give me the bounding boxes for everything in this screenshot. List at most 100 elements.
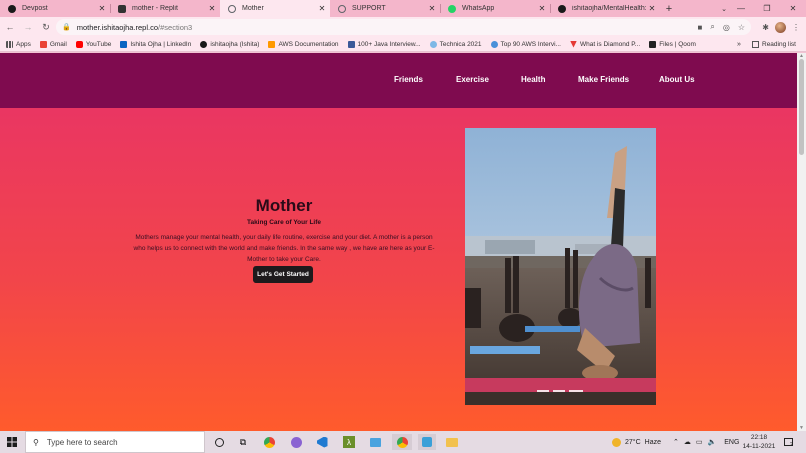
close-icon[interactable]: ✕	[316, 4, 328, 13]
hero-line: Mother to take your Care.	[247, 256, 321, 263]
bookmark-technica[interactable]: Technica 2021	[429, 40, 482, 48]
menu-icon[interactable]: ⋮	[792, 23, 800, 32]
tab-label: ishitaojha/MentalHealth: Pa	[572, 5, 646, 12]
clock-date: 14-11-2021	[742, 443, 776, 450]
get-started-button[interactable]: Let's Get Started	[253, 266, 313, 283]
profile-avatar[interactable]	[775, 21, 786, 33]
file-explorer-icon[interactable]	[367, 434, 383, 450]
bookmark-label: 100+ Java Interview...	[357, 40, 421, 48]
close-icon[interactable]: ✕	[206, 4, 218, 13]
globe-icon	[338, 4, 346, 13]
reading-list-button[interactable]: Reading list	[752, 37, 796, 52]
weather-widget[interactable]: 27°C Haze	[612, 431, 661, 453]
tab-label: SUPPORT	[352, 5, 386, 12]
reading-list-label: Reading list	[762, 41, 796, 48]
weather-temp: 27°C	[625, 438, 641, 446]
bookmark-diamond[interactable]: What is Diamond P...	[569, 40, 640, 48]
tab-support[interactable]: SUPPORT ✕	[330, 0, 440, 17]
reading-list-icon	[752, 41, 759, 48]
lambda-icon[interactable]: λ	[341, 434, 357, 450]
bookmarks-more-button[interactable]: »	[737, 37, 741, 52]
close-icon[interactable]: ✕	[96, 4, 108, 13]
maximize-icon[interactable]: ❐	[754, 0, 780, 17]
bookmark-label: Files | Qoom	[659, 40, 696, 48]
back-icon[interactable]: ←	[2, 19, 18, 35]
reload-icon[interactable]: ↻	[38, 19, 54, 35]
globe-icon	[228, 4, 236, 13]
nav-friends[interactable]: Friends	[394, 75, 423, 84]
tab-github[interactable]: ishitaojha/MentalHealth: Pa ✕	[550, 0, 660, 17]
chrome-icon[interactable]	[261, 434, 277, 450]
apps-grid-icon	[6, 40, 13, 48]
system-tray: ⌃ ☁ ▭ 🔈 ENG	[673, 431, 739, 453]
notification-icon	[784, 438, 793, 446]
camera-icon[interactable]: ■	[698, 23, 703, 32]
qoom-icon	[649, 40, 657, 48]
aws-icon	[268, 40, 276, 48]
forward-icon[interactable]: →	[20, 19, 36, 35]
nav-health[interactable]: Health	[521, 75, 545, 84]
close-icon[interactable]: ✕	[536, 4, 548, 13]
bookmark-youtube[interactable]: YouTube	[75, 40, 111, 48]
linkedin-icon	[120, 40, 128, 48]
language-indicator[interactable]: ENG	[724, 439, 739, 446]
site-navbar: Friends Exercise Health Make Friends Abo…	[0, 53, 797, 108]
task-view-icon[interactable]: ⧉	[235, 434, 251, 450]
cortana-icon[interactable]	[211, 434, 227, 450]
notifications-button[interactable]: 2	[784, 431, 793, 453]
bookmark-github[interactable]: ishitaojha (Ishita)	[200, 40, 260, 48]
bookmark-label: Ishita Ojha | LinkedIn	[130, 40, 192, 48]
windows-taskbar: ⚲ Type here to search ⧉ λ 27°C Haze ⌃ ☁ …	[0, 431, 806, 453]
start-button[interactable]	[0, 431, 24, 453]
bookmark-aws[interactable]: AWS Documentation	[268, 40, 339, 48]
eye-off-icon[interactable]: ◎	[723, 23, 730, 32]
nav-exercise[interactable]: Exercise	[456, 75, 489, 84]
tab-label: mother - Replit	[132, 5, 178, 12]
close-icon[interactable]: ✕	[646, 4, 658, 13]
cloud-icon[interactable]: ☁	[684, 438, 691, 446]
bookmark-label: AWS Documentation	[278, 40, 339, 48]
folder-icon[interactable]	[444, 434, 460, 450]
bookmark-label: Technica 2021	[439, 40, 482, 48]
tab-devpost[interactable]: Devpost ✕	[0, 0, 110, 17]
battery-icon[interactable]: ▭	[696, 438, 703, 446]
bookmark-label: ishitaojha (Ishita)	[210, 40, 260, 48]
scrollbar-thumb[interactable]	[799, 59, 804, 155]
bookmark-aws-interview[interactable]: Top 90 AWS Intervi...	[490, 40, 561, 48]
chrome-active-icon[interactable]	[392, 434, 412, 450]
haze-icon	[612, 437, 621, 447]
discord-icon[interactable]	[288, 434, 304, 450]
bookmark-linkedin[interactable]: Ishita Ojha | LinkedIn	[120, 40, 192, 48]
tab-replit[interactable]: mother - Replit ✕	[110, 0, 220, 17]
minimize-icon[interactable]: —	[728, 0, 754, 17]
app-window-icon[interactable]	[418, 434, 436, 450]
bookmark-gmail[interactable]: Gmail	[39, 40, 67, 48]
page-viewport: Friends Exercise Health Make Friends Abo…	[0, 53, 797, 431]
github-icon	[558, 4, 566, 13]
vscode-icon[interactable]	[314, 434, 330, 450]
nav-make-friends[interactable]: Make Friends	[578, 75, 629, 84]
close-icon[interactable]: ✕	[426, 4, 438, 13]
bookmarks-bar: Apps Gmail YouTube Ishita Ojha | LinkedI…	[0, 37, 806, 52]
clock[interactable]: 22:18 14-11-2021	[740, 433, 778, 451]
bookmark-java[interactable]: 100+ Java Interview...	[347, 40, 421, 48]
new-tab-button[interactable]: +	[660, 0, 678, 17]
address-bar[interactable]: 🔒 mother.ishitaojha.repl.co /#section3 ■…	[56, 19, 751, 35]
tab-mother[interactable]: Mother ✕	[220, 0, 330, 17]
taskbar-search-box[interactable]: ⚲ Type here to search	[25, 431, 205, 453]
star-icon[interactable]: ☆	[738, 23, 745, 32]
zoom-icon[interactable]: ⌕	[710, 22, 714, 32]
bookmark-apps[interactable]: Apps	[6, 40, 31, 48]
tab-whatsapp[interactable]: WhatsApp ✕	[440, 0, 550, 17]
tab-label: WhatsApp	[462, 5, 495, 12]
bookmark-qoom[interactable]: Files | Qoom	[649, 40, 696, 48]
nav-about-us[interactable]: About Us	[659, 75, 695, 84]
extensions-icon[interactable]: ✱	[762, 23, 769, 32]
chevron-up-icon[interactable]: ⌃	[673, 438, 679, 446]
windows-icon	[7, 437, 17, 447]
yoga-illustration	[465, 128, 656, 405]
page-scrollbar[interactable]: ▲ ▼	[797, 53, 806, 431]
volume-icon[interactable]: 🔈	[708, 438, 717, 446]
lock-icon[interactable]: 🔒	[62, 23, 71, 31]
close-window-icon[interactable]: ✕	[780, 0, 806, 17]
